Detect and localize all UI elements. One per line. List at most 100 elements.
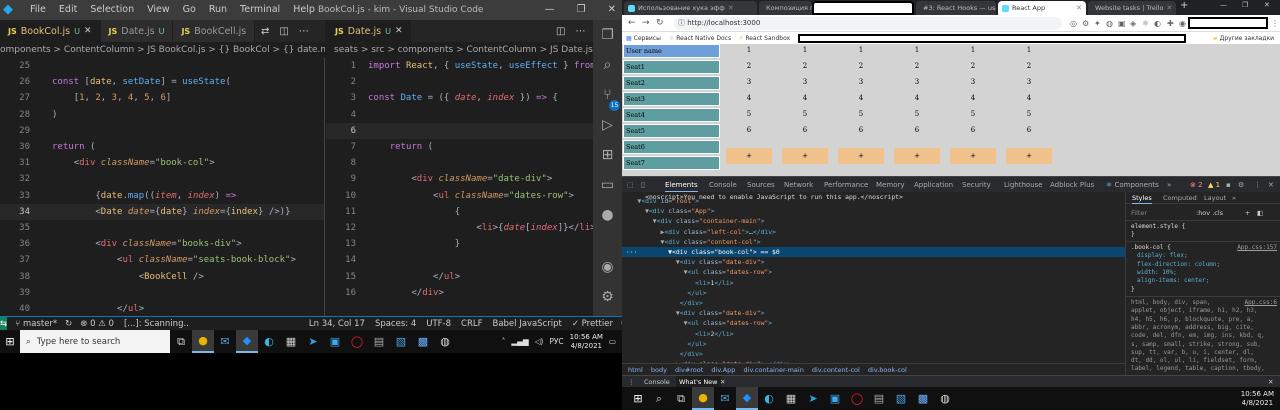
clock[interactable]: 10:56 AM 4/8/2021 [1241, 390, 1274, 408]
close-icon[interactable]: ✕ [608, 0, 616, 20]
devtools-tab-elements[interactable]: Elements [665, 177, 698, 193]
notepad-taskbar-icon[interactable]: ▤ [868, 387, 890, 410]
chrome-tab[interactable]: Использование хука эфф ✕ [624, 1, 757, 15]
extensions-icon[interactable]: ⊞ [598, 146, 617, 165]
dom-node[interactable]: ▼<div class="date-div"> [622, 257, 1125, 267]
explorer-taskbar-icon[interactable]: ▦ [780, 387, 802, 410]
chrome-tab[interactable]: Website tasks | Trello ✕ [1088, 1, 1176, 15]
terminal-taskbar-icon[interactable]: ▩ [412, 330, 434, 353]
chrome-menu-icon[interactable]: ⋮ [1271, 15, 1279, 32]
add-date-button[interactable]: + [726, 148, 772, 164]
notepad-taskbar-icon[interactable]: ▤ [368, 330, 390, 353]
explorer-icon[interactable]: ❐ [598, 26, 617, 45]
left-code-editor[interactable]: 25 26 const [date, setDate] = useState( 2… [0, 58, 325, 316]
drawer-menu-icon[interactable]: ⋮ [628, 376, 635, 387]
css-property[interactable]: display: flex; [1137, 252, 1277, 260]
dom-node[interactable]: ▼<div class="container-main"> [622, 216, 1125, 226]
crumb[interactable]: div.container-main [744, 366, 804, 374]
extension-icon[interactable]: ⚙ [1082, 15, 1089, 32]
tab-bookcell-js[interactable]: JS BookCell.js [173, 20, 256, 42]
search-icon[interactable]: ⌕ [598, 56, 617, 75]
rule-source-link[interactable]: App.css:6 [1244, 299, 1277, 307]
devtools-tab-memory[interactable]: Memory [876, 177, 904, 193]
split-editor-icon[interactable]: ◫ [279, 26, 288, 37]
tab-date-js[interactable]: JS Date.js U [100, 20, 174, 42]
task-view-icon[interactable]: ⧉ [670, 387, 692, 410]
tab-bookcol-js[interactable]: JS BookCol.js U ✕ [0, 20, 101, 42]
notification-center-icon[interactable]: ▭ [609, 337, 616, 346]
taskbar-search[interactable]: ⌕ Type here to search [20, 330, 170, 353]
devtools-close-icon[interactable]: ✕ [1268, 177, 1274, 193]
hov-cls-buttons[interactable]: :hov .cls [1196, 207, 1223, 219]
menu-help[interactable]: Help [293, 0, 315, 20]
issues-icon[interactable]: ▪ [1226, 177, 1231, 193]
restore-icon[interactable]: ❐ [1242, 1, 1248, 9]
other-bookmarks[interactable]: ▰ Другие закладки [1213, 35, 1274, 42]
extension-icon[interactable]: ⚛ [1142, 15, 1149, 32]
styles-filter-input[interactable]: Filter [1131, 209, 1147, 217]
edge-taskbar-icon[interactable]: ◐ [258, 330, 280, 353]
remote-explorer-icon[interactable]: ▭ [598, 176, 617, 195]
dom-node[interactable]: </ul> [622, 288, 1125, 298]
remote-icon[interactable]: ⇆ [0, 316, 8, 330]
add-date-button[interactable]: + [894, 148, 940, 164]
line-ending[interactable]: CRLF [461, 319, 482, 329]
tab-close-icon[interactable]: ✕ [1076, 4, 1082, 12]
reload-icon[interactable]: ↻ [656, 15, 664, 32]
devtools-tab-network[interactable]: Network [784, 177, 813, 193]
menu-selection[interactable]: Selection [90, 0, 134, 20]
chrome-tab-active[interactable]: React App ✕ [998, 1, 1086, 15]
rule-source-link[interactable]: App.css:157 [1237, 244, 1277, 252]
toggle-sidebar-icon[interactable]: ◧ [1257, 207, 1263, 219]
menu-run[interactable]: Run [209, 0, 227, 20]
extension-icon[interactable]: ◎ [1070, 15, 1077, 32]
split-editor-icon[interactable]: ◫ [556, 26, 565, 37]
add-date-button[interactable]: + [1006, 148, 1052, 164]
left-breadcrumb[interactable]: omponents > ContentColumn > JS BookCol.j… [0, 42, 325, 58]
bookmark-react-native-docs[interactable]: ⚛ React Native Docs [669, 35, 731, 42]
tab-close-icon[interactable]: ✕ [728, 4, 734, 12]
dom-node[interactable]: ▼<div class="App"> [622, 206, 1125, 216]
devtools-settings-icon[interactable]: ⚙ [1238, 177, 1244, 193]
right-code-editor[interactable]: 1 import React, { useState, useEffect } f… [326, 58, 593, 316]
chrome-tab[interactable]: Композиция против нас [759, 1, 812, 15]
mail-taskbar-icon[interactable]: ✉ [714, 387, 736, 410]
tab-close-icon[interactable]: ✕ [84, 26, 92, 36]
input-language[interactable]: РУС [549, 337, 563, 346]
tab-date-js-right[interactable]: JS Date.js U ✕ [327, 20, 412, 42]
tab-close-icon[interactable]: ✕ [1167, 4, 1173, 12]
volume-icon[interactable]: ◁) [535, 337, 544, 346]
dom-node[interactable]: </div> [622, 349, 1125, 359]
vscode-taskbar-icon[interactable]: ◆ [236, 330, 258, 353]
app-taskbar-icon[interactable]: ▣ [824, 387, 846, 410]
github-icon[interactable]: ● [598, 206, 617, 225]
devtools-tab-sources[interactable]: Sources [747, 177, 775, 193]
extension-icon[interactable]: ◍ [1106, 15, 1113, 32]
dom-node[interactable]: <li>2</li> [622, 329, 1125, 339]
extension-icon[interactable]: ◈ [1130, 15, 1136, 32]
restore-icon[interactable]: ❐ [577, 0, 586, 20]
language-mode[interactable]: Babel JavaScript [493, 319, 562, 329]
mail-taskbar-icon[interactable]: ✉ [214, 330, 236, 353]
new-tab-icon[interactable]: + [1180, 0, 1188, 11]
drawer-close-icon[interactable]: ✕ [1268, 376, 1273, 387]
telegram-taskbar-icon[interactable]: ➤ [302, 330, 324, 353]
dom-node[interactable]: ▼<ul class="dates-row"> [622, 318, 1125, 328]
forward-icon[interactable]: → [642, 15, 650, 32]
menu-go[interactable]: Go [183, 0, 196, 20]
chrome-taskbar-icon[interactable]: ● [192, 330, 214, 353]
telegram-taskbar-icon[interactable]: ➤ [802, 387, 824, 410]
encoding[interactable]: UTF-8 [426, 319, 451, 329]
opera-taskbar-icon[interactable]: ◯ [346, 330, 368, 353]
dom-node[interactable]: ▼<div class="date-div"> [622, 308, 1125, 318]
menu-terminal[interactable]: Terminal [240, 0, 280, 20]
dom-node[interactable]: ▼<div id="root"> [622, 196, 1125, 206]
crumb[interactable]: div#root [675, 366, 703, 374]
minimize-icon[interactable]: — [1220, 1, 1227, 9]
menu-file[interactable]: File [30, 0, 46, 20]
profile-icon[interactable]: ◉ [1179, 15, 1186, 32]
dom-node[interactable]: </ul> [622, 339, 1125, 349]
vscode-taskbar-icon[interactable]: ◆ [736, 387, 758, 410]
extension-icon[interactable]: ▣ [1118, 15, 1126, 32]
chrome-dev-taskbar-icon[interactable]: ◍ [434, 330, 456, 353]
